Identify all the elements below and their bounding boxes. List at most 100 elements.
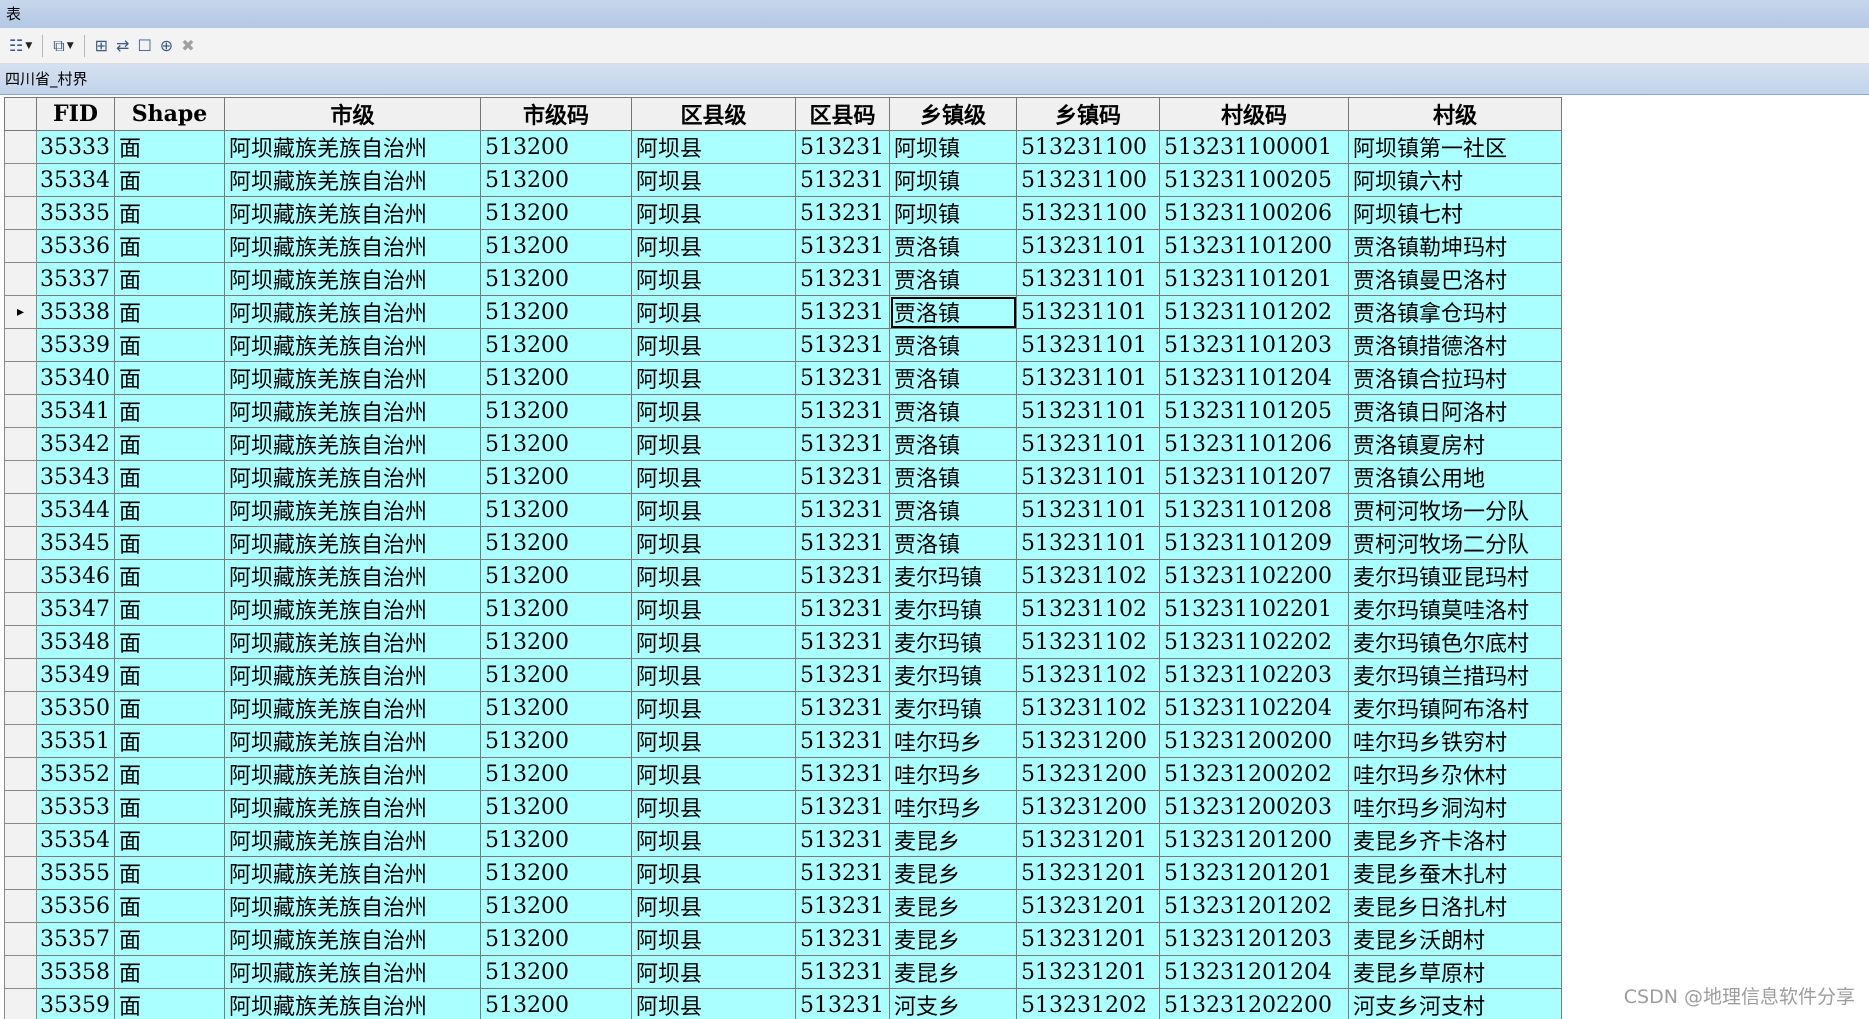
table-cell[interactable]: 阿坝藏族羌族自治州 — [224, 691, 481, 725]
table-cell[interactable]: 面 — [114, 790, 225, 824]
table-cell[interactable]: 阿坝藏族羌族自治州 — [224, 130, 481, 164]
table-cell[interactable]: 贾洛镇日阿洛村 — [1348, 394, 1562, 428]
table-cell[interactable]: 阿坝县 — [631, 196, 796, 230]
table-cell[interactable]: 阿坝县 — [631, 955, 796, 989]
table-row[interactable]: 35335 面阿坝藏族羌族自治州 513200 阿坝县 513231 阿坝镇 5132311… — [4, 196, 1562, 230]
table-cell[interactable]: 哇尔玛乡铁穷村 — [1348, 724, 1562, 758]
table-cell[interactable]: 35358 — [36, 955, 115, 989]
row-selector[interactable] — [4, 658, 37, 692]
zoom-to-selected-button[interactable]: ⊕ — [157, 33, 176, 59]
table-cell[interactable]: 513231102 — [1016, 658, 1160, 692]
table-cell[interactable]: 513200 — [480, 658, 632, 692]
table-cell[interactable]: 513231201204 — [1159, 955, 1349, 989]
table-cell[interactable]: 513231100 — [1016, 196, 1160, 230]
table-cell[interactable]: 面 — [114, 262, 225, 296]
table-cell[interactable]: 513231101207 — [1159, 460, 1349, 494]
table-cell[interactable]: 513231102201 — [1159, 592, 1349, 626]
table-cell[interactable]: 513231201 — [1016, 823, 1160, 857]
table-cell[interactable]: 阿坝藏族羌族自治州 — [224, 889, 481, 923]
table-cell[interactable]: 阿坝藏族羌族自治州 — [224, 790, 481, 824]
table-cell[interactable]: 513231101208 — [1159, 493, 1349, 527]
table-cell[interactable]: 阿坝县 — [631, 394, 796, 428]
table-cell[interactable]: 35340 — [36, 361, 115, 395]
table-cell[interactable]: 阿坝县 — [631, 328, 796, 362]
table-cell[interactable]: 513231100205 — [1159, 163, 1349, 197]
table-row[interactable]: 35358 面阿坝藏族羌族自治州 513200 阿坝县 513231 麦昆乡 5132312… — [4, 955, 1562, 989]
table-cell[interactable]: 513200 — [480, 559, 632, 593]
table-cell[interactable]: 513200 — [480, 460, 632, 494]
table-cell[interactable]: 513231101 — [1016, 328, 1160, 362]
table-cell[interactable]: 阿坝镇 — [889, 196, 1017, 230]
table-cell[interactable]: 阿坝藏族羌族自治州 — [224, 196, 481, 230]
table-cell[interactable]: 阿坝藏族羌族自治州 — [224, 460, 481, 494]
table-cell[interactable]: 35346 — [36, 559, 115, 593]
table-cell[interactable]: 贾洛镇 — [889, 493, 1017, 527]
column-header[interactable]: 市级码 — [480, 97, 632, 131]
table-cell[interactable]: 513200 — [480, 988, 632, 1019]
table-cell[interactable]: 阿坝镇第一社区 — [1348, 130, 1562, 164]
table-cell[interactable]: 贾洛镇夏房村 — [1348, 427, 1562, 461]
table-row[interactable]: 35343 面阿坝藏族羌族自治州 513200 阿坝县 513231 贾洛镇 5132311… — [4, 460, 1562, 494]
row-selector[interactable] — [4, 427, 37, 461]
table-cell[interactable]: 阿坝藏族羌族自治州 — [224, 361, 481, 395]
table-cell[interactable]: 35356 — [36, 889, 115, 923]
row-selector[interactable] — [4, 361, 37, 395]
table-cell[interactable]: 513200 — [480, 625, 632, 659]
table-cell[interactable]: 513231102 — [1016, 691, 1160, 725]
row-selector[interactable] — [4, 559, 37, 593]
table-cell[interactable]: 阿坝藏族羌族自治州 — [224, 328, 481, 362]
table-cell[interactable]: 阿坝藏族羌族自治州 — [224, 262, 481, 296]
table-cell[interactable]: 513200 — [480, 394, 632, 428]
table-cell[interactable]: 35345 — [36, 526, 115, 560]
table-cell[interactable]: 513231101205 — [1159, 394, 1349, 428]
table-cell[interactable]: 513231 — [795, 130, 890, 164]
table-row[interactable]: 35344 面阿坝藏族羌族自治州 513200 阿坝县 513231 贾洛镇 5132311… — [4, 493, 1562, 527]
row-selector[interactable] — [4, 130, 37, 164]
table-cell[interactable]: 贾洛镇 — [889, 394, 1017, 428]
select-by-attributes-button[interactable]: ⊞ — [92, 33, 111, 59]
table-cell[interactable]: 513200 — [480, 229, 632, 263]
table-cell[interactable]: 513231100001 — [1159, 130, 1349, 164]
table-cell[interactable]: 阿坝镇七村 — [1348, 196, 1562, 230]
table-cell[interactable]: 513200 — [480, 724, 632, 758]
table-cell[interactable]: 阿坝县 — [631, 922, 796, 956]
row-selector[interactable] — [4, 196, 37, 230]
table-cell[interactable]: 513231 — [795, 922, 890, 956]
table-cell[interactable]: 面 — [114, 394, 225, 428]
table-cell[interactable]: 513200 — [480, 361, 632, 395]
row-selector[interactable] — [4, 493, 37, 527]
table-cell[interactable]: 阿坝藏族羌族自治州 — [224, 922, 481, 956]
table-cell[interactable]: 阿坝藏族羌族自治州 — [224, 163, 481, 197]
table-cell[interactable]: 513231 — [795, 559, 890, 593]
table-cell[interactable]: 513231100206 — [1159, 196, 1349, 230]
table-cell[interactable]: 513200 — [480, 163, 632, 197]
table-cell[interactable]: 阿坝藏族羌族自治州 — [224, 427, 481, 461]
table-cell[interactable]: 阿坝县 — [631, 295, 796, 329]
table-cell[interactable]: 面 — [114, 889, 225, 923]
table-cell[interactable]: 35336 — [36, 229, 115, 263]
table-cell[interactable]: 513200 — [480, 526, 632, 560]
table-cell[interactable]: 阿坝县 — [631, 427, 796, 461]
table-cell[interactable]: 面 — [114, 493, 225, 527]
table-cell[interactable]: 513231 — [795, 328, 890, 362]
table-cell[interactable]: 35355 — [36, 856, 115, 890]
table-row[interactable]: 35351 面阿坝藏族羌族自治州 513200 阿坝县 513231 哇尔玛乡 513231… — [4, 724, 1562, 758]
table-cell[interactable]: 513200 — [480, 757, 632, 791]
attribute-table[interactable]: FID Shape 市级 市级码 区县级 区县码 乡镇级 乡镇码 村级码 村级 35333 面阿坝藏… — [4, 97, 1865, 1019]
table-cell[interactable]: 513231101 — [1016, 262, 1160, 296]
column-header[interactable]: FID — [36, 97, 115, 131]
table-cell[interactable]: 35339 — [36, 328, 115, 362]
table-cell[interactable]: 阿坝镇 — [889, 130, 1017, 164]
table-cell[interactable]: 阿坝县 — [631, 724, 796, 758]
table-row[interactable]: 35334 面阿坝藏族羌族自治州 513200 阿坝县 513231 阿坝镇 5132311… — [4, 163, 1562, 197]
table-row[interactable]: 35342 面阿坝藏族羌族自治州 513200 阿坝县 513231 贾洛镇 5132311… — [4, 427, 1562, 461]
table-cell[interactable]: 阿坝县 — [631, 559, 796, 593]
table-cell[interactable]: 面 — [114, 229, 225, 263]
table-cell[interactable]: 513231200 — [1016, 724, 1160, 758]
table-cell[interactable]: 阿坝县 — [631, 229, 796, 263]
row-selector[interactable] — [4, 856, 37, 890]
table-cell[interactable]: 贾洛镇 — [889, 361, 1017, 395]
table-row[interactable]: 35355 面阿坝藏族羌族自治州 513200 阿坝县 513231 麦昆乡 5132312… — [4, 856, 1562, 890]
table-cell[interactable]: 哇尔玛乡 — [889, 757, 1017, 791]
column-header[interactable]: 乡镇码 — [1016, 97, 1160, 131]
